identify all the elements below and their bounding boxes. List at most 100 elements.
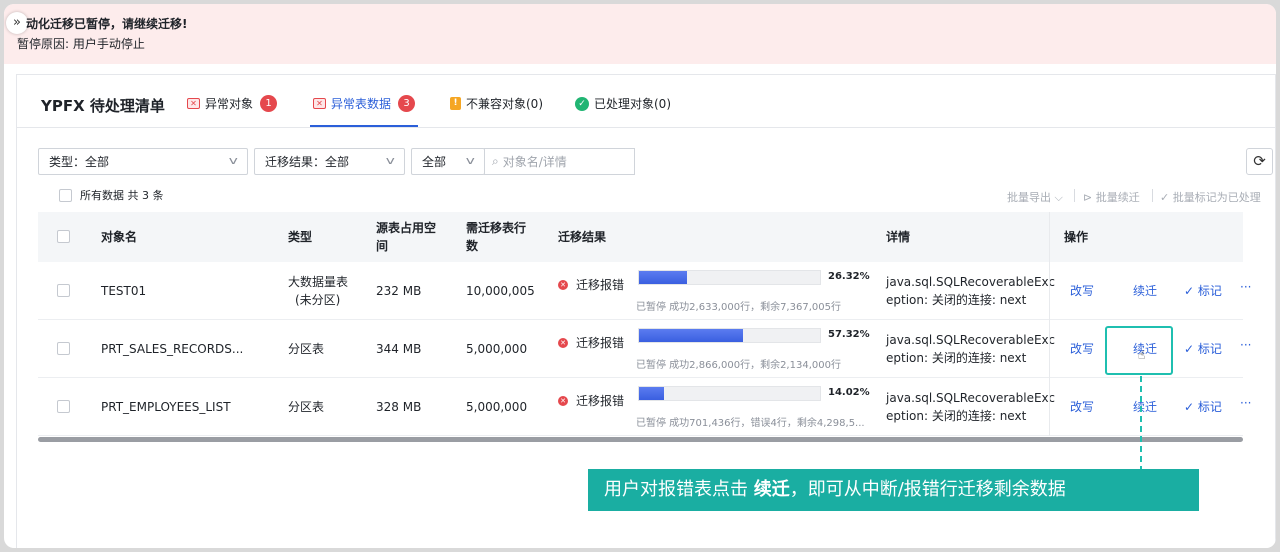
tab-label: 不兼容对象(0) <box>466 97 543 111</box>
chevron-down-icon: v <box>386 154 396 167</box>
object-name: TEST01 <box>101 284 147 298</box>
row-checkbox[interactable] <box>57 400 70 413</box>
progress-percent: 14.02% <box>828 387 870 398</box>
batch-resume-button[interactable]: ⊳ 批量续迁 <box>1083 189 1140 205</box>
mark-link[interactable]: ✓ 标记 <box>1184 282 1222 299</box>
tab-incompatible-objects[interactable]: ! 不兼容对象(0) <box>450 95 543 112</box>
refresh-button[interactable]: ⟳ <box>1246 148 1273 175</box>
row-count: 10,000,005 <box>466 284 535 298</box>
status-label: 迁移报错 <box>576 278 625 292</box>
chevron-down-icon: v <box>229 154 239 167</box>
result-filter-select[interactable]: 迁移结果： 全部 v <box>254 148 405 175</box>
migration-status: ✕ 迁移报错 <box>558 334 624 352</box>
select-all[interactable]: 所有数据 共 3 条 <box>59 187 164 203</box>
more-icon[interactable]: ··· <box>1240 338 1251 352</box>
rewrite-link[interactable]: 改写 <box>1070 398 1094 415</box>
object-name: PRT_SALES_RECORDS... <box>101 342 244 356</box>
type-filter-value: 全部 <box>85 155 110 169</box>
source-size: 328 MB <box>376 400 422 414</box>
batch-resume-label: 批量续迁 <box>1095 191 1140 204</box>
search-icon: ⌕ <box>492 154 499 168</box>
error-icon: ✕ <box>558 396 568 406</box>
mark-link[interactable]: ✓ 标记 <box>1184 340 1222 357</box>
mark-link[interactable]: ✓ 标记 <box>1184 398 1222 415</box>
tab-processed-objects[interactable]: ✓ 已处理对象(0) <box>575 95 671 112</box>
migration-status: ✕ 迁移报错 <box>558 392 624 410</box>
column-header-name: 对象名 <box>101 230 138 244</box>
type-filter-label: 类型： <box>49 155 86 169</box>
chevron-down-icon: v <box>466 154 476 167</box>
error-table-icon: ✕ <box>313 98 326 109</box>
column-header-ops: 操作 <box>1064 230 1089 244</box>
row-count: 5,000,000 <box>466 400 528 414</box>
object-type: 分区表 <box>288 342 325 356</box>
error-icon: ✕ <box>558 280 568 290</box>
object-type: 分区表 <box>288 400 325 414</box>
error-icon: ✕ <box>558 338 568 348</box>
select-all-checkbox[interactable] <box>59 188 72 202</box>
mark-label: 标记 <box>1197 400 1222 414</box>
callout-prefix: 用户对报错表点击 <box>604 479 754 500</box>
tutorial-callout: 用户对报错表点击 续迁，即可从中断/报错行迁移剩余数据 <box>588 469 1199 511</box>
rewrite-link[interactable]: 改写 <box>1070 340 1094 357</box>
tab-error-objects[interactable]: ✕ 异常对象 1 <box>187 95 278 112</box>
result-filter-label: 迁移结果： <box>265 155 326 169</box>
scope-filter-select[interactable]: 全部 v <box>411 148 485 175</box>
table-row: PRT_SALES_RECORDS... 分区表 344 MB 5,000,00… <box>38 320 1251 378</box>
play-icon: ⊳ <box>1083 191 1093 204</box>
mark-label: 标记 <box>1197 284 1222 298</box>
column-header-detail: 详情 <box>886 230 911 244</box>
hand-cursor-icon: ☝ <box>1138 348 1146 362</box>
tab-label: 异常对象 <box>205 97 254 111</box>
batch-export-label: 批量导出 <box>1007 191 1051 204</box>
object-type-note: (未分区) <box>295 293 341 307</box>
progress-detail: 已暂停 成功701,436行，错误4行，剩余4,298,5... <box>636 418 865 429</box>
batch-export-button[interactable]: 批量导出 ⌵ <box>1007 189 1063 205</box>
result-filter-value: 全部 <box>325 155 350 169</box>
expand-icon[interactable]: » <box>6 12 28 34</box>
type-filter-select[interactable]: 类型： 全部 v <box>38 148 248 175</box>
error-table-icon: ✕ <box>187 98 200 109</box>
search-input[interactable]: ⌕ 对象名/详情 <box>484 148 635 175</box>
search-placeholder: 对象名/详情 <box>502 155 567 169</box>
tab-label: 已处理对象(0) <box>594 97 671 111</box>
horizontal-scrollbar[interactable] <box>38 437 1243 442</box>
table-row: TEST01 大数据量表 (未分区) 232 MB 10,000,005 ✕ 迁… <box>38 262 1251 320</box>
resume-link[interactable]: 续迁 <box>1133 282 1157 299</box>
source-size: 232 MB <box>376 284 422 298</box>
progress-detail: 已暂停 成功2,866,000行，剩余2,134,000行 <box>636 360 841 371</box>
progress-fill <box>639 387 665 400</box>
more-icon[interactable]: ··· <box>1240 280 1251 294</box>
check-circle-icon: ✓ <box>575 96 589 111</box>
panel-title: YPFX 待处理清单 <box>41 97 165 115</box>
resume-link[interactable]: 续迁 <box>1133 398 1157 415</box>
divider <box>1074 189 1075 202</box>
mark-label: 标记 <box>1197 342 1222 356</box>
row-checkbox[interactable] <box>57 284 70 297</box>
pause-banner: » 动化迁移已暂停，请继续迁移! 暂停原因: 用户手动停止 <box>4 4 1276 64</box>
object-type: 大数据量表 <box>288 275 349 289</box>
column-header-type: 类型 <box>288 230 313 244</box>
record-summary: 所有数据 共 3 条 <box>80 189 164 202</box>
progress-percent: 26.32% <box>828 271 870 282</box>
object-name: PRT_EMPLOYEES_LIST <box>101 400 231 414</box>
progress-bar <box>638 270 821 285</box>
tab-error-table-data[interactable]: ✕ 异常表数据 3 <box>313 95 416 112</box>
table-header: 对象名 类型 源表占用空间 需迁移表行数 迁移结果 详情 操作 <box>38 212 1243 262</box>
progress-fill <box>639 329 743 342</box>
header-checkbox[interactable] <box>57 230 70 243</box>
status-label: 迁移报错 <box>576 394 625 408</box>
error-detail-cont: eption: 关闭的连接: next <box>886 409 1027 423</box>
check-icon: ✓ <box>1184 284 1198 298</box>
tab-count-badge: 1 <box>260 95 278 112</box>
migration-status: ✕ 迁移报错 <box>558 276 624 294</box>
tabs-divider <box>17 127 1276 128</box>
row-checkbox[interactable] <box>57 342 70 355</box>
scope-filter-value: 全部 <box>422 155 447 169</box>
status-label: 迁移报错 <box>576 336 625 350</box>
more-icon[interactable]: ··· <box>1240 396 1251 410</box>
rewrite-link[interactable]: 改写 <box>1070 282 1094 299</box>
check-icon: ✓ <box>1184 400 1198 414</box>
batch-mark-button[interactable]: ✓ 批量标记为已处理 <box>1160 189 1261 205</box>
column-header-result: 迁移结果 <box>558 230 607 244</box>
